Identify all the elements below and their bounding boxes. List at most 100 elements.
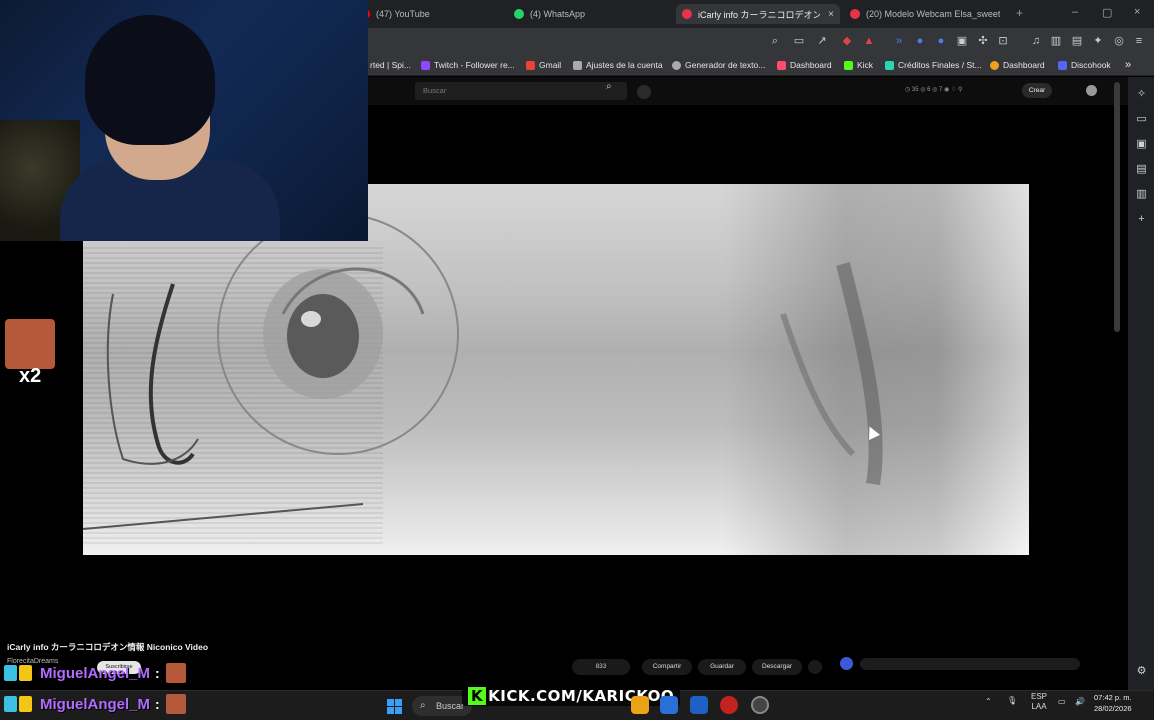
user-avatar-icon[interactable]	[1086, 85, 1097, 96]
clock-date: 28/02/2026	[1094, 704, 1132, 713]
save-button[interactable]: Guardar	[698, 659, 746, 675]
bookmark-item[interactable]: Twitch - Follower re...	[421, 58, 515, 72]
bookmark-item[interactable]: Generador de texto...	[672, 58, 765, 72]
tray-chevron-icon[interactable]: ⌃	[985, 697, 992, 706]
screen: (47) YouTube (4) WhatsApp iCarly info カー…	[0, 0, 1154, 720]
maximize-icon[interactable]: ▢	[1102, 6, 1112, 19]
share-icon[interactable]: ↗	[815, 34, 829, 48]
windows-start-icon[interactable]	[387, 699, 402, 714]
share-button[interactable]: Compartir	[642, 659, 692, 675]
chat-emote-icon	[165, 694, 186, 714]
extension-icon[interactable]: ●	[913, 34, 927, 48]
bookmark-label: Discohook	[1071, 60, 1111, 70]
dashboard-icon	[777, 60, 786, 70]
settings-icon	[573, 60, 582, 70]
comment-composer[interactable]	[840, 655, 1102, 673]
bookmark-label: Gmail	[539, 60, 562, 70]
tab-webcam-model[interactable]: (20) Modelo Webcam Elsa_sweet: Ch	[850, 4, 1000, 24]
bookmark-label: Dashboard	[1003, 60, 1045, 70]
create-button[interactable]: Crear	[1022, 83, 1052, 98]
music-icon[interactable]: ♫	[1029, 34, 1043, 48]
search-icon[interactable]: ⌕	[606, 81, 612, 92]
badge-icon	[19, 696, 32, 712]
bookmark-label: Ajustes de la cuenta	[586, 60, 663, 70]
comment-input[interactable]	[860, 658, 1080, 670]
bookmark-item[interactable]: Discohook	[1058, 58, 1111, 72]
minimize-icon[interactable]: –	[1072, 6, 1078, 18]
download-button[interactable]: Descargar	[752, 659, 802, 675]
outlook-icon[interactable]	[690, 696, 708, 714]
gmail-icon	[526, 60, 535, 70]
browser-side-panel: ✧ ▭ ▣ ▤ ▥ + ⚙	[1128, 77, 1154, 690]
zoom-icon[interactable]: ⌕	[768, 34, 782, 48]
settings-gear-icon[interactable]: ⚙	[1135, 665, 1148, 678]
bookmark-label: Créditos Finales / St...	[898, 60, 982, 70]
site-search-input[interactable]: Buscar	[415, 82, 627, 100]
badge-icon	[19, 665, 32, 681]
brave-browser-icon[interactable]	[751, 696, 769, 714]
page-scrollbar[interactable]	[1114, 82, 1120, 332]
screenshot-icon[interactable]: ⊡	[996, 34, 1010, 48]
close-window-icon[interactable]: ×	[1134, 6, 1140, 18]
chat-username: MiguelAngel_M	[40, 695, 151, 713]
chat-message: MiguelAngel_M :	[4, 662, 186, 684]
wallet-icon[interactable]: ▤	[1070, 34, 1084, 48]
tab-icarly-active[interactable]: iCarly info カーラニコロデオン情報 N ×	[676, 4, 840, 24]
extension-icon[interactable]: »	[892, 34, 906, 48]
language-indicator[interactable]: ESP LAA	[1031, 692, 1047, 712]
bookmark-item[interactable]: Créditos Finales / St...	[885, 58, 982, 72]
bookmark-item[interactable]: rted | Spi...	[370, 58, 411, 72]
close-tab-icon[interactable]: ×	[828, 9, 834, 20]
bookmark-item[interactable]: Gmail	[526, 58, 561, 72]
taskbar-clock[interactable]: 07:42 p. m. 28/02/2026	[1094, 692, 1132, 714]
new-tab-icon[interactable]: +	[1016, 6, 1023, 20]
kick-logo-icon: K	[468, 687, 487, 705]
wallet-icon[interactable]: ▣	[1135, 138, 1148, 151]
menu-icon[interactable]: ≡	[1132, 34, 1146, 48]
volume-icon[interactable]: 🔊	[1075, 697, 1085, 706]
bookmark-item[interactable]: Kick	[844, 58, 873, 72]
sidebar-toggle-icon[interactable]: ▥	[1049, 34, 1063, 48]
bookmark-label: Dashboard	[790, 60, 832, 70]
store-icon[interactable]	[660, 696, 678, 714]
more-options-icon[interactable]	[808, 660, 822, 674]
rewards-icon[interactable]: ▲	[862, 34, 876, 48]
webcam-overlay	[0, 0, 368, 241]
file-explorer-icon[interactable]	[631, 696, 649, 714]
bookmark-item[interactable]: Ajustes de la cuenta	[573, 58, 663, 72]
bookmark-label: Kick	[857, 60, 874, 70]
extension-icon[interactable]: ▣	[955, 34, 969, 48]
like-count[interactable]: 833	[572, 659, 630, 675]
obs-icon[interactable]	[720, 696, 738, 714]
tab-whatsapp[interactable]: (4) WhatsApp	[514, 4, 664, 24]
bookmarks-more-icon[interactable]: »	[1125, 58, 1131, 72]
bookmark-item[interactable]: Dashboard	[990, 58, 1045, 72]
network-icon[interactable]: ▭	[1058, 697, 1066, 706]
tab-label: (4) WhatsApp	[530, 9, 586, 19]
credits-icon	[885, 60, 894, 70]
ai-icon[interactable]: ✦	[1091, 34, 1105, 48]
cast-icon[interactable]: ▭	[792, 34, 806, 48]
emote-image	[5, 319, 55, 369]
bookmark-item[interactable]: Dashboard	[777, 58, 832, 72]
ai-chat-icon[interactable]: ✧	[1135, 88, 1148, 101]
reading-list-icon[interactable]: ▥	[1135, 188, 1148, 201]
voice-search-icon[interactable]	[637, 85, 651, 99]
bookmarks-icon[interactable]: ▤	[1135, 163, 1148, 176]
whatsapp-icon	[514, 9, 524, 19]
tab-youtube[interactable]: (47) YouTube	[360, 4, 510, 24]
badge-icon	[4, 696, 17, 712]
kick-icon	[844, 60, 853, 70]
tab-label: iCarly info カーラニコロデオン情報 N	[698, 9, 821, 20]
add-panel-icon[interactable]: +	[1135, 213, 1148, 226]
avatar	[840, 657, 853, 670]
puzzle-icon[interactable]: ✣	[976, 34, 990, 48]
media-icon[interactable]: ▭	[1135, 113, 1148, 126]
clock-time: 07:42 p. m.	[1094, 693, 1132, 702]
chat-separator: :	[155, 696, 160, 712]
vpn-icon[interactable]: ◎	[1112, 34, 1126, 48]
microphone-icon[interactable]: 🎙	[1007, 696, 1017, 705]
brave-shield-icon[interactable]: ◆	[840, 34, 854, 48]
extension-icon[interactable]: ●	[934, 34, 948, 48]
bookmark-label: Twitch - Follower re...	[434, 60, 515, 70]
